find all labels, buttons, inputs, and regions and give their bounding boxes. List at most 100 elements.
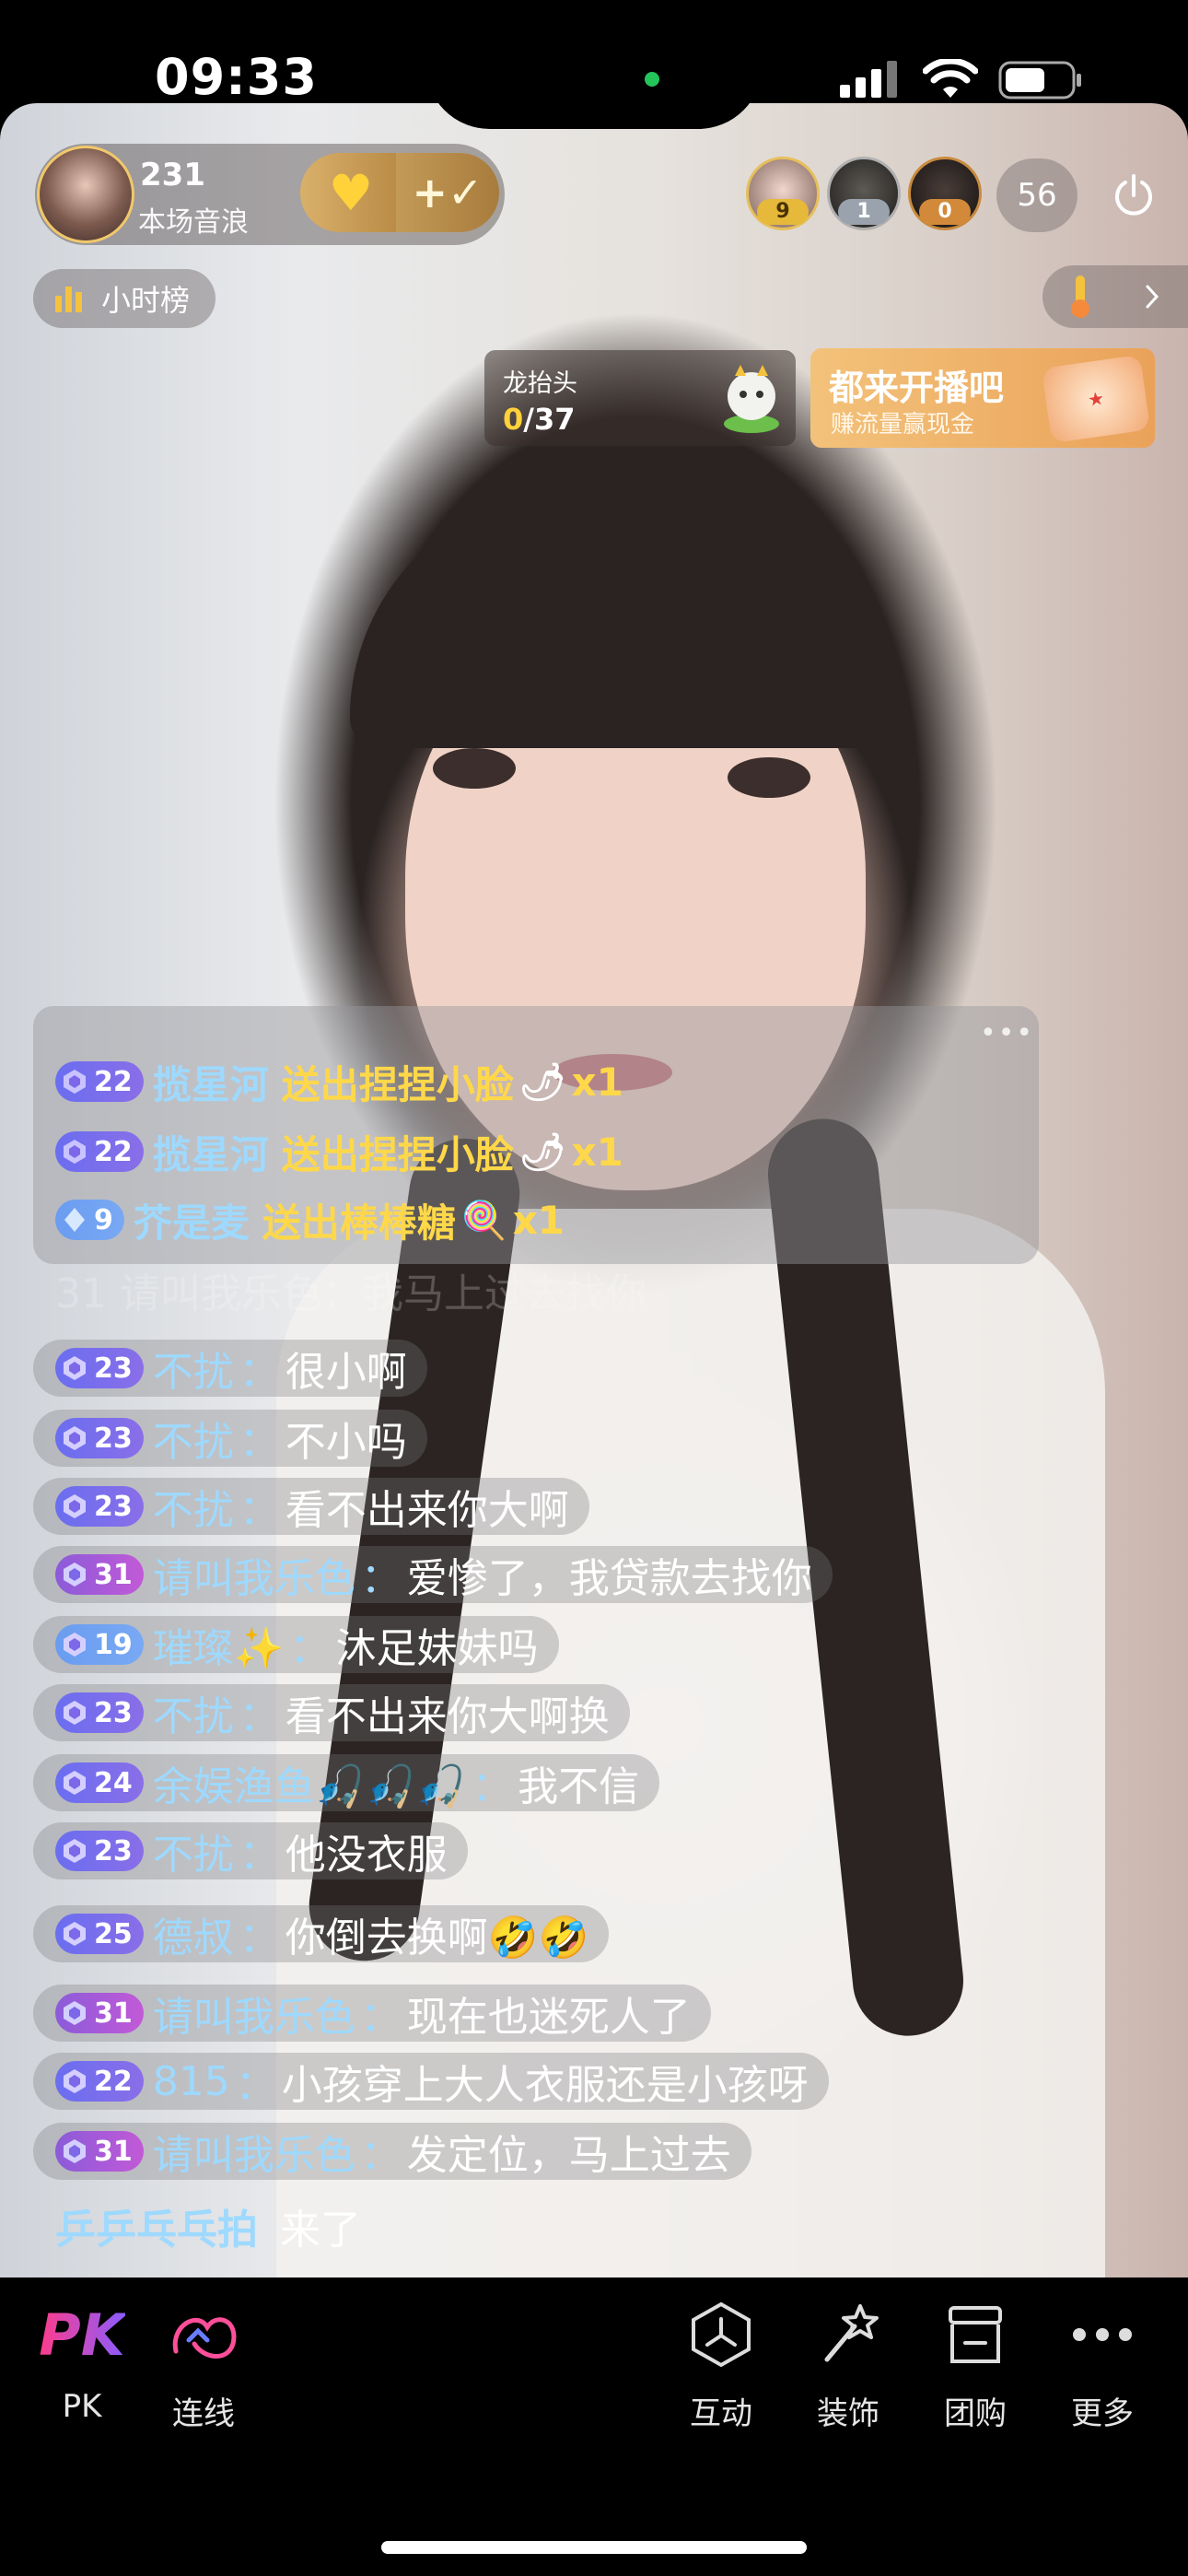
level-badge: 22 (55, 2061, 144, 2102)
plus-check-icon: +✓ (412, 168, 483, 217)
level-badge: 22 (55, 1131, 144, 1172)
chat-text: 不小吗 (285, 1419, 407, 1466)
avatar[interactable] (37, 146, 134, 243)
chat-username[interactable]: 不扰 (153, 1339, 234, 1398)
chat-message: 23 不扰：看不出来你大啊换 (33, 1684, 630, 1741)
gift-count: x1 (571, 1059, 623, 1105)
decorate-button[interactable]: 装饰 (788, 2298, 908, 2445)
level-badge: 19 (55, 1624, 144, 1665)
level-badge: 23 (55, 1831, 144, 1871)
camera-notch (425, 0, 763, 129)
level-badge: 23 (55, 1486, 144, 1527)
chat-text: 他没衣服 (285, 1832, 448, 1879)
host-sound-wave-count: 231 (140, 157, 205, 193)
level-badge: 24 (55, 1762, 144, 1803)
promo-badge-icon: ★ (1041, 354, 1151, 444)
chat-username[interactable]: 不扰 (153, 1477, 234, 1536)
gift-icon: 🌶 (518, 1060, 566, 1104)
chat-message: 31 请叫我乐色：发定位，马上过去 (33, 2123, 751, 2180)
link-button[interactable]: 连线 (144, 2298, 263, 2445)
task-title: 龙抬头 (503, 369, 577, 398)
gift-sender[interactable]: 揽星河 (153, 1054, 269, 1110)
status-time: 09:33 (155, 48, 318, 106)
chat-text: 爱惨了，我贷款去找你 (406, 1555, 812, 1602)
pk-icon: PK (39, 2301, 125, 2369)
level-badge: 9 (55, 1200, 124, 1240)
level-badge: 31 (55, 1554, 144, 1595)
gift-count: x1 (512, 1197, 565, 1243)
magic-wand-icon (814, 2298, 882, 2371)
follow-button[interactable]: +✓ (396, 153, 499, 232)
fading-chat-message: 31 请叫我乐色：我马上过去找你 (55, 1270, 646, 1317)
heart-button[interactable]: ♥ (300, 153, 402, 232)
hour-rank-label: 小时榜 (101, 283, 191, 318)
chat-username[interactable]: 不扰 (153, 1821, 234, 1880)
viewer-rank-badge: 0 (919, 199, 971, 225)
wifi-icon (923, 59, 978, 98)
chevron-right-icon (1146, 285, 1159, 309)
close-stream-button[interactable] (1101, 158, 1166, 232)
promo-subtitle: 赚流量赢现金 (831, 411, 975, 439)
heart-icon: ♥ (328, 163, 374, 222)
level-badge: 25 (55, 1914, 144, 1954)
gift-text: 送出棒棒糖 (262, 1200, 456, 1246)
promo-title: 都来开播吧 (829, 368, 1005, 408)
link-icon (167, 2298, 240, 2371)
chat-text: 沐足妹妹吗 (335, 1625, 539, 1672)
power-icon (1115, 174, 1152, 216)
chat-text: 现在也迷死人了 (406, 1994, 691, 2041)
level-badge: 23 (55, 1348, 144, 1388)
chat-message: 23 不扰：看不出来你大啊 (33, 1478, 589, 1535)
more-button[interactable]: 更多 (1042, 2298, 1162, 2445)
chat-username[interactable]: 请叫我乐色 (153, 2122, 355, 2181)
gift-icon: 🍭 (460, 1199, 507, 1242)
chat-username[interactable]: 璀璨✨ (153, 1615, 285, 1674)
chat-username[interactable]: 815 (153, 2058, 230, 2105)
level-badge: 23 (55, 1692, 144, 1733)
gift-icon: 🌶 (518, 1130, 566, 1174)
pk-button[interactable]: PK PK (22, 2298, 142, 2445)
gift-text: 送出捏捏小脸 (281, 1061, 514, 1107)
gift-message: 22 揽星河 送出捏捏小脸 🌶 x1 (55, 1124, 623, 1179)
chat-message: 23 不扰：他没衣服 (33, 1822, 468, 1879)
heat-panel-button[interactable] (1042, 265, 1188, 328)
more-dots-icon[interactable]: ••• (980, 1017, 1034, 1049)
chat-message: 23 不扰：不小吗 (33, 1410, 427, 1467)
gift-count: x1 (571, 1129, 623, 1175)
hour-rank-button[interactable]: 小时榜 (33, 269, 215, 328)
signal-icon (840, 61, 897, 98)
chat-text: 我不信 (518, 1763, 640, 1810)
level-badge: 23 (55, 1418, 144, 1458)
chat-username[interactable]: 请叫我乐色 (153, 1545, 355, 1604)
host-sound-wave-label: 本场音浪 (138, 206, 249, 239)
gift-text: 送出捏捏小脸 (281, 1131, 514, 1177)
home-indicator[interactable] (381, 2541, 807, 2554)
chat-text: 看不出来你大啊 (285, 1487, 569, 1534)
chat-username[interactable]: 不扰 (153, 1409, 234, 1468)
chat-text: 你倒去换啊🤣🤣 (285, 1914, 589, 1961)
interact-icon (687, 2298, 755, 2371)
chat-username[interactable]: 德叔 (153, 1904, 234, 1963)
viewer-count-button[interactable]: 56 (996, 158, 1077, 232)
chat-text: 小孩穿上大人衣服还是小孩呀 (281, 2062, 809, 2109)
chat-username[interactable]: 余娱渔鱼🎣🎣🎣 (153, 1753, 466, 1812)
gift-sender[interactable]: 芥是麦 (134, 1192, 250, 1248)
chat-message: 31 请叫我乐色：爱惨了，我贷款去找你 (33, 1546, 833, 1603)
chat-username[interactable]: 请叫我乐色 (153, 1984, 355, 2043)
chat-text: 很小啊 (285, 1349, 407, 1396)
entering-user[interactable]: 乒乒乓乓拍 (55, 2207, 258, 2254)
gift-message: 9 芥是麦 送出棒棒糖 🍭 x1 (55, 1192, 565, 1247)
chat-message: 19 璀璨✨：沐足妹妹吗 (33, 1616, 559, 1673)
group-buy-button[interactable]: 团购 (915, 2298, 1035, 2445)
more-dots-icon (1068, 2298, 1136, 2371)
gift-sender[interactable]: 揽星河 (153, 1124, 269, 1180)
user-enter-message: 乒乒乓乓拍 来了 (55, 2196, 361, 2255)
store-icon (941, 2298, 1009, 2371)
level-badge: 31 (55, 1993, 144, 2033)
chat-username[interactable]: 不扰 (153, 1683, 234, 1742)
chat-message: 22 815：小孩穿上大人衣服还是小孩呀 (33, 2053, 829, 2110)
chat-text: 看不出来你大啊换 (285, 1693, 610, 1740)
viewer-rank-badge: 9 (757, 199, 809, 225)
interact-button[interactable]: 互动 (661, 2298, 781, 2445)
rank-bars-icon (55, 287, 82, 312)
